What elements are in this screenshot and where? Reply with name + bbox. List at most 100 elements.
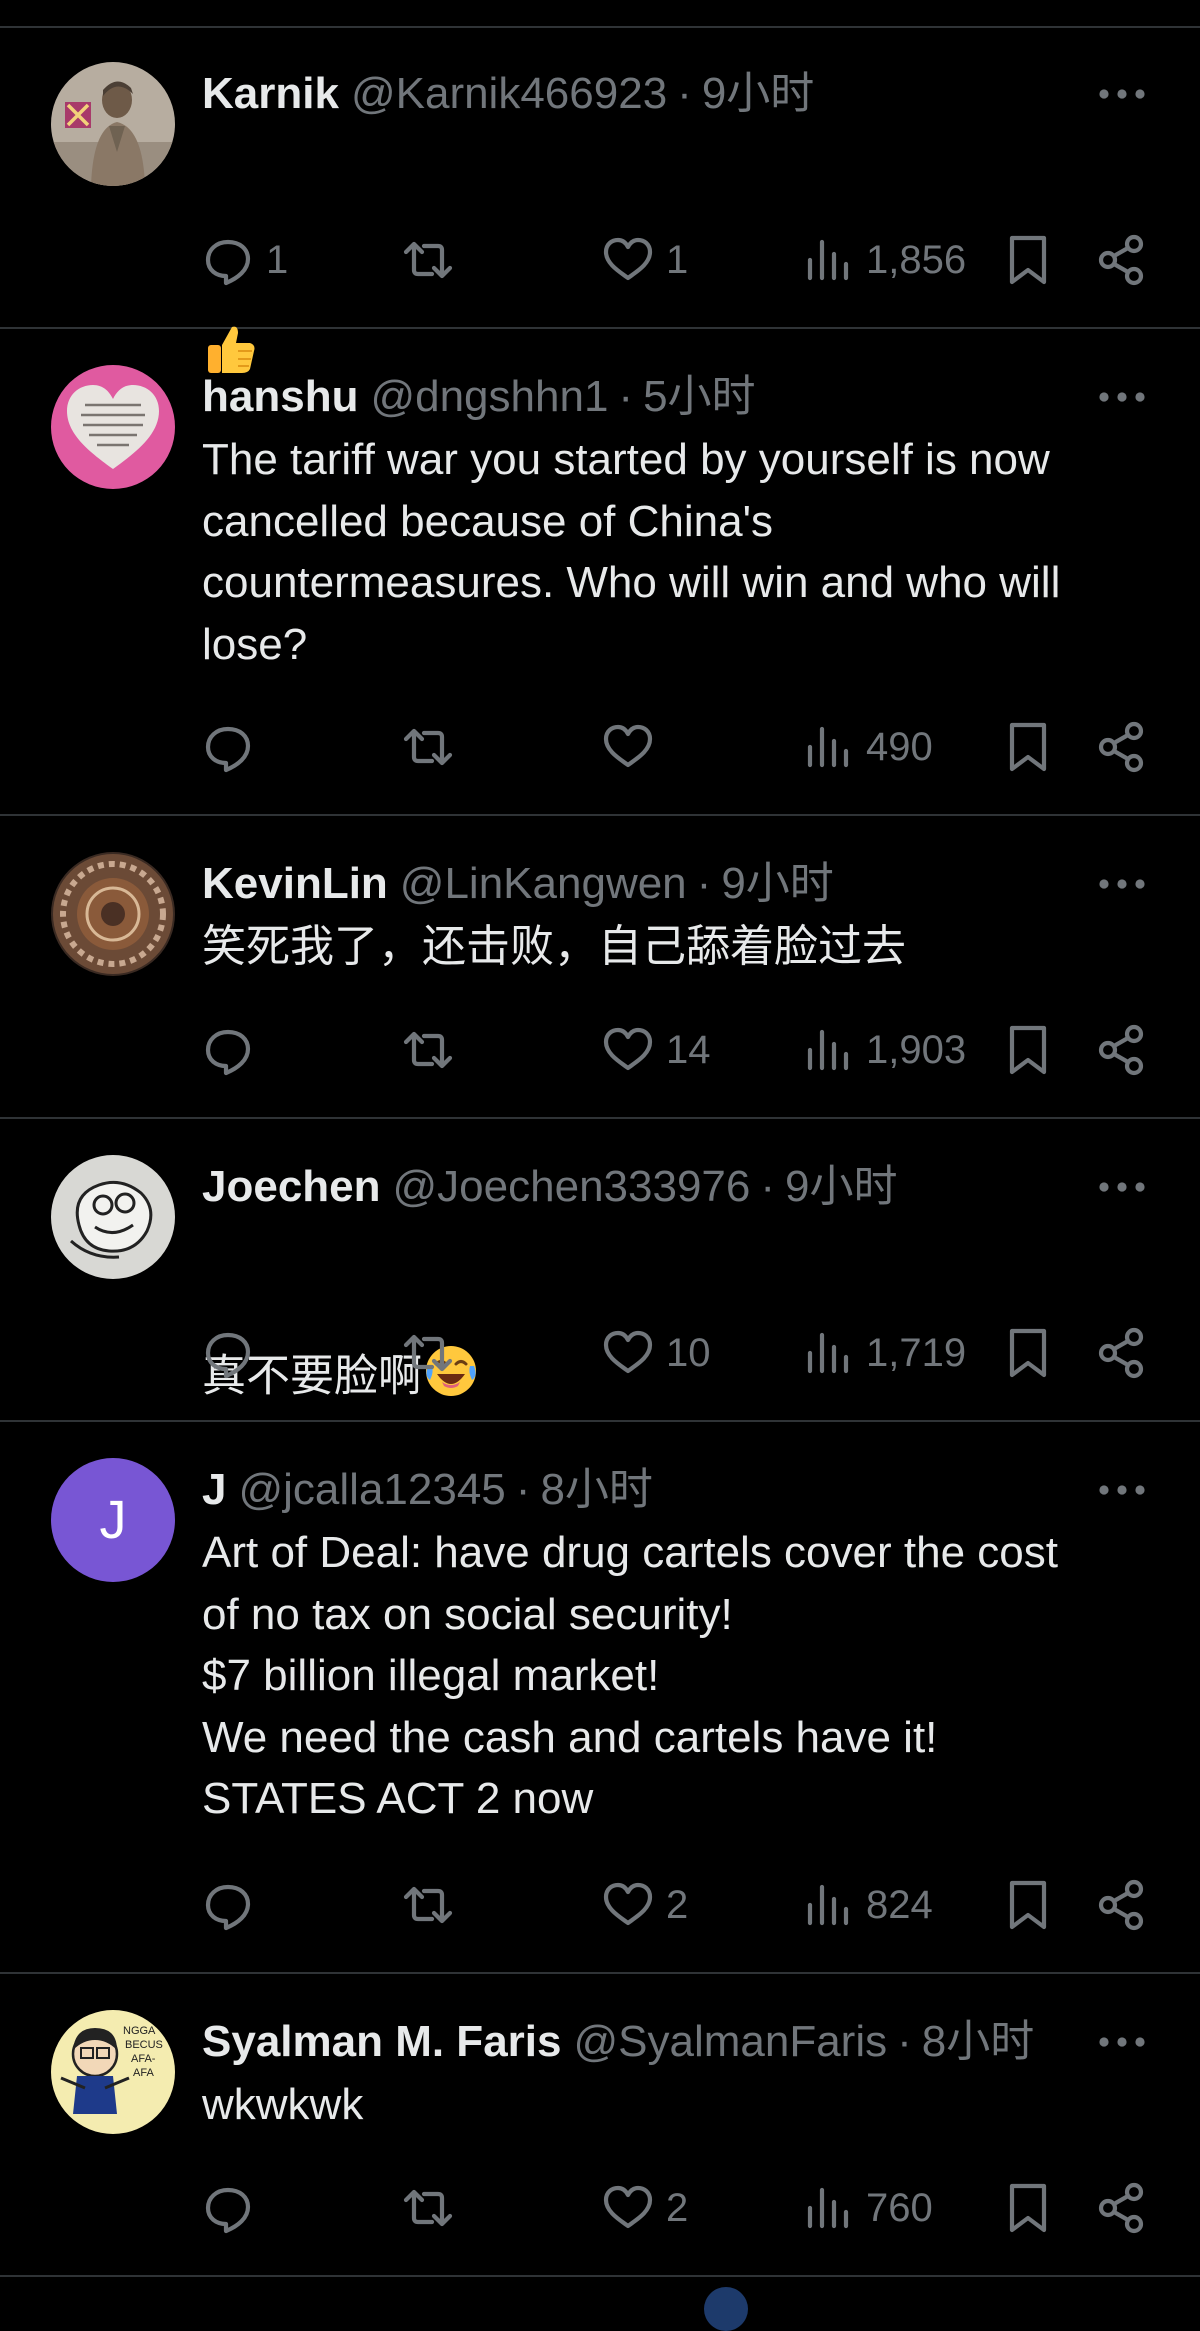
view-count: 1,719 — [866, 1331, 967, 1375]
avatar[interactable] — [51, 1155, 175, 1279]
more-options-button[interactable] — [1096, 1478, 1148, 1502]
avatar[interactable] — [51, 62, 175, 186]
author-name[interactable]: Karnik — [202, 66, 339, 122]
reply-count: 1 — [266, 238, 289, 282]
share-button[interactable] — [1094, 1018, 1150, 1082]
share-button[interactable] — [1094, 715, 1150, 779]
reply-button[interactable] — [200, 715, 266, 779]
tweet-text: The tariff war you started by yourself i… — [202, 435, 1061, 669]
timestamp[interactable]: 9小时 — [721, 856, 833, 912]
timestamp[interactable]: 8小时 — [922, 2014, 1034, 2070]
separator-dot: · — [897, 2017, 912, 2066]
reply-button[interactable]: 1 — [200, 228, 288, 292]
views-button[interactable]: 1,719 — [800, 1321, 966, 1385]
reply-button[interactable] — [200, 2176, 266, 2240]
timestamp[interactable]: 8小时 — [540, 1462, 652, 1518]
action-bar: 2 760 — [0, 2176, 1200, 2240]
view-count: 760 — [866, 2186, 933, 2230]
like-button[interactable]: 2 — [600, 1873, 688, 1937]
more-horizontal-icon — [1099, 89, 1145, 99]
avatar[interactable]: J — [51, 1458, 175, 1582]
like-button[interactable]: 2 — [600, 2176, 688, 2240]
bookmark-icon — [1009, 235, 1047, 285]
share-button[interactable] — [1094, 1321, 1150, 1385]
tweet-joechen[interactable]: Joechen @Joechen333976 · 9小时 真不要脸啊 10 1,… — [0, 1119, 1200, 1422]
author-name[interactable]: Joechen — [202, 1159, 381, 1215]
more-options-button[interactable] — [1096, 2030, 1148, 2054]
bar-chart-icon — [807, 2187, 849, 2229]
reply-button[interactable] — [200, 1873, 266, 1937]
retweet-icon — [403, 1334, 453, 1372]
separator-dot: · — [677, 69, 692, 118]
author-name[interactable]: hanshu — [202, 369, 358, 425]
author-handle[interactable]: @SyalmanFaris — [573, 2014, 887, 2070]
avatar[interactable] — [51, 852, 175, 976]
more-options-button[interactable] — [1096, 385, 1148, 409]
timestamp[interactable]: 5小时 — [643, 369, 755, 425]
share-icon — [1098, 721, 1144, 773]
tweet-kevinlin[interactable]: KevinLin @LinKangwen · 9小时 笑死我了，还击败，自己舔着… — [0, 816, 1200, 1119]
like-button[interactable]: 1 — [600, 228, 688, 292]
author-handle[interactable]: @LinKangwen — [400, 856, 687, 912]
reply-button[interactable] — [200, 1321, 266, 1385]
author-handle[interactable]: @Joechen333976 — [393, 1159, 751, 1215]
share-button[interactable] — [1094, 1873, 1150, 1937]
share-button[interactable] — [1094, 228, 1150, 292]
like-button[interactable]: 14 — [600, 1018, 711, 1082]
comment-bubble-icon — [205, 239, 251, 286]
svg-text:AFA-: AFA- — [131, 2053, 156, 2065]
share-icon — [1098, 1327, 1144, 1379]
share-button[interactable] — [1094, 2176, 1150, 2240]
share-icon — [1098, 1879, 1144, 1931]
author-name[interactable]: J — [202, 1462, 226, 1518]
views-button[interactable]: 824 — [800, 1873, 933, 1937]
author-handle[interactable]: @dngshhn1 — [370, 369, 608, 425]
author-handle[interactable]: @jcalla12345 — [238, 1462, 505, 1518]
tweet-syalman[interactable]: NGGA BECUS AFA- AFA Syalman M. Faris @Sy… — [0, 1974, 1200, 2277]
timestamp[interactable]: 9小时 — [785, 1159, 897, 1215]
scroll-indicator[interactable] — [704, 2287, 748, 2331]
more-options-button[interactable] — [1096, 82, 1148, 106]
more-options-button[interactable] — [1096, 1175, 1148, 1199]
author-name[interactable]: Syalman M. Faris — [202, 2014, 561, 2070]
retweet-button[interactable] — [400, 2176, 456, 2240]
heart-icon — [603, 1330, 653, 1374]
avatar[interactable]: NGGA BECUS AFA- AFA — [51, 2010, 175, 2134]
bookmark-button[interactable] — [1000, 2176, 1056, 2240]
bookmark-button[interactable] — [1000, 1321, 1056, 1385]
avatar[interactable] — [51, 365, 175, 489]
bookmark-button[interactable] — [1000, 1873, 1056, 1937]
retweet-button[interactable] — [400, 1321, 456, 1385]
retweet-button[interactable] — [400, 715, 456, 779]
bookmark-button[interactable] — [1000, 715, 1056, 779]
retweet-button[interactable] — [400, 1018, 456, 1082]
retweet-icon — [403, 2189, 453, 2227]
tweet-karnik[interactable]: Karnik @Karnik466923 · 9小时 1 1 1,856 — [0, 26, 1200, 373]
more-horizontal-icon — [1099, 1182, 1145, 1192]
action-bar: 490 — [0, 715, 1200, 779]
timestamp[interactable]: 9小时 — [702, 66, 814, 122]
retweet-button[interactable] — [400, 228, 456, 292]
heart-icon — [603, 724, 653, 768]
reply-button[interactable] — [200, 1018, 266, 1082]
views-button[interactable]: 1,903 — [800, 1018, 966, 1082]
tweet-j[interactable]: J J @jcalla12345 · 8小时 Art of Deal: have… — [0, 1422, 1200, 1974]
views-button[interactable]: 760 — [800, 2176, 933, 2240]
views-button[interactable]: 1,856 — [800, 228, 966, 292]
view-count: 824 — [866, 1883, 933, 1927]
comment-bubble-icon — [205, 1884, 251, 1931]
tweet-hanshu[interactable]: hanshu @dngshhn1 · 5小时 The tariff war yo… — [0, 329, 1200, 816]
bar-chart-icon — [807, 1332, 849, 1374]
comment-bubble-icon — [205, 726, 251, 773]
views-button[interactable]: 490 — [800, 715, 933, 779]
author-name[interactable]: KevinLin — [202, 856, 388, 912]
bookmark-button[interactable] — [1000, 1018, 1056, 1082]
retweet-button[interactable] — [400, 1873, 456, 1937]
like-button[interactable]: 10 — [600, 1321, 711, 1385]
like-button[interactable] — [600, 715, 666, 779]
author-handle[interactable]: @Karnik466923 — [351, 66, 667, 122]
comment-bubble-icon — [205, 1029, 251, 1076]
bookmark-button[interactable] — [1000, 228, 1056, 292]
more-options-button[interactable] — [1096, 872, 1148, 896]
bookmark-icon — [1009, 1025, 1047, 1075]
